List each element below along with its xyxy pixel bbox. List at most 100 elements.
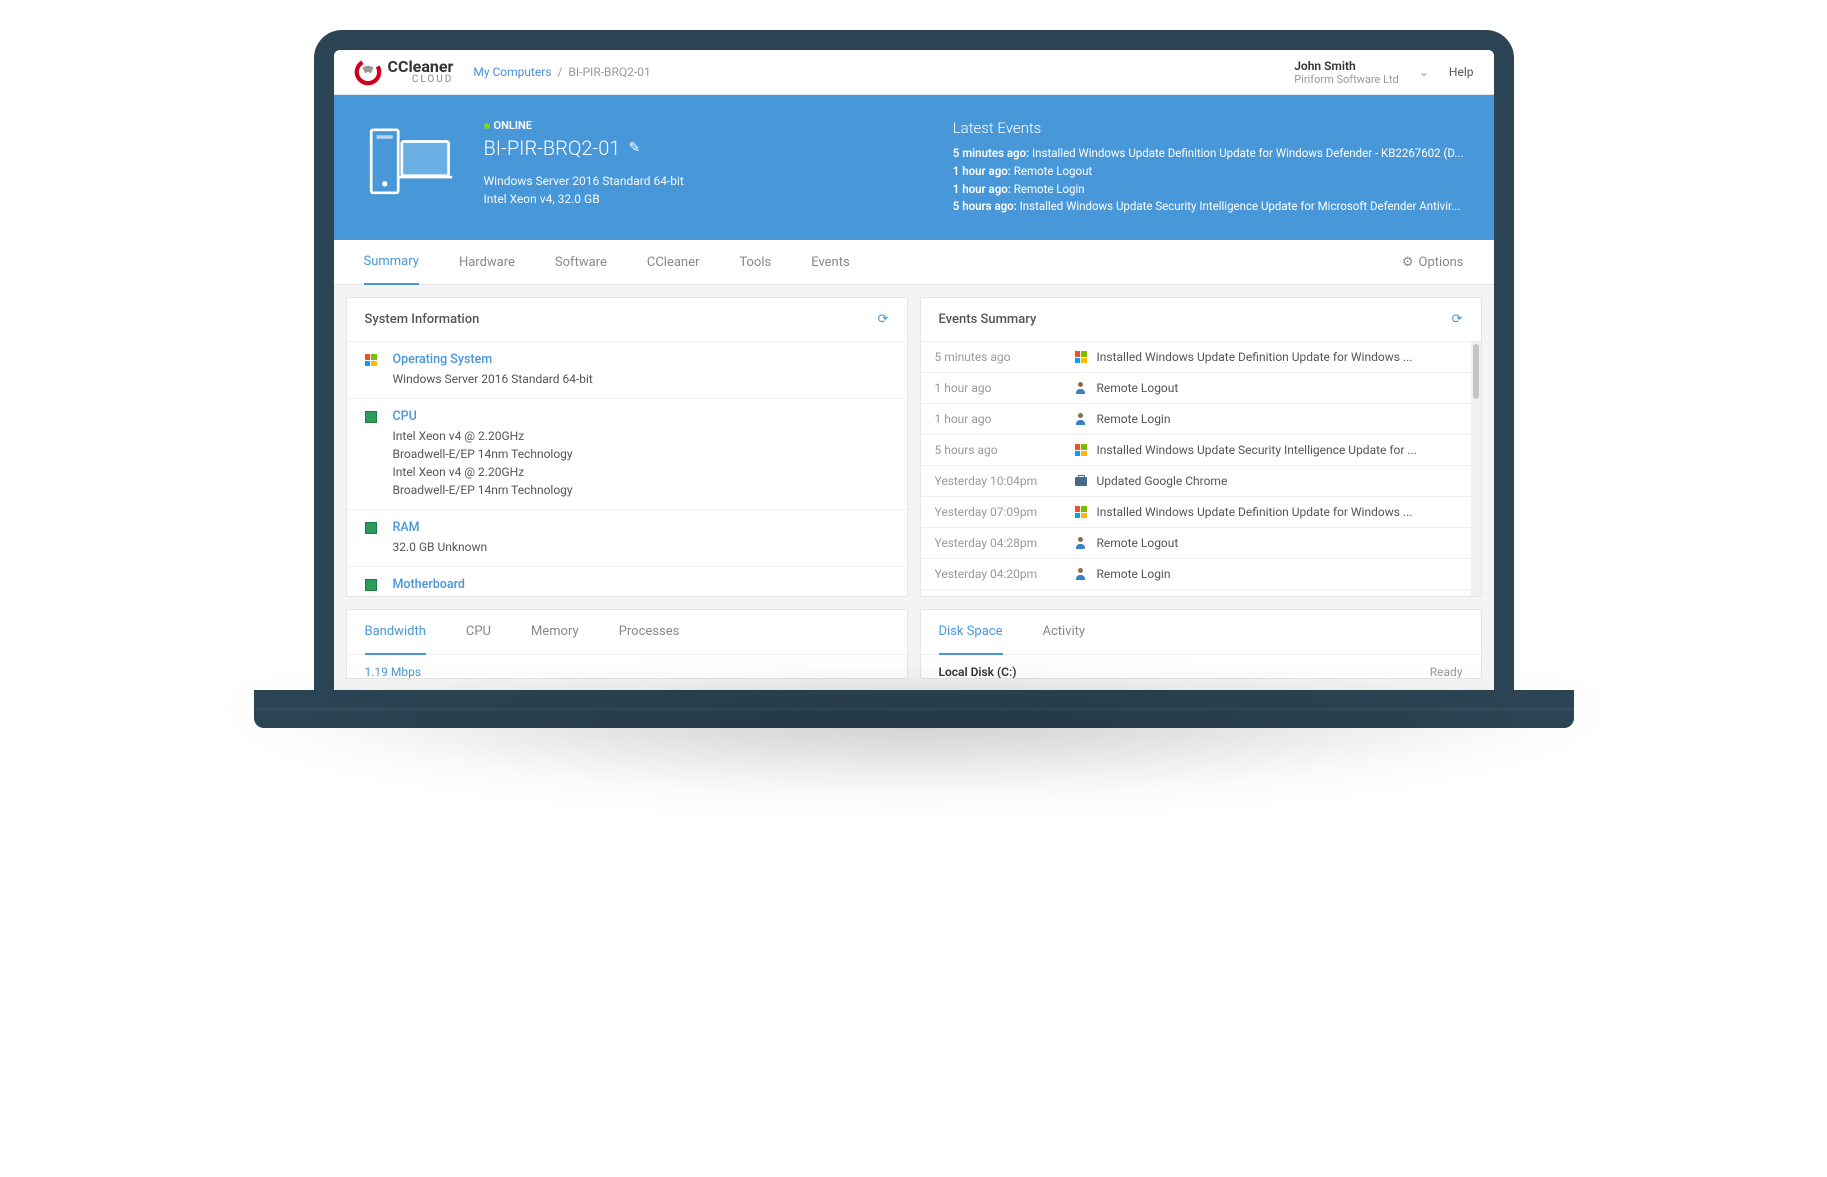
event-desc: Installed Windows Update Security Intell…	[1097, 443, 1417, 457]
main-tabbar: Summary Hardware Software CCleaner Tools Even…	[334, 240, 1494, 285]
event-row[interactable]: 5 minutes ago Installed Windows Update De…	[921, 342, 1471, 373]
ccleaner-logo-icon	[354, 58, 382, 86]
windows-icon	[1075, 506, 1089, 518]
disk-name: Local Disk (C:)	[939, 665, 1017, 679]
refresh-icon[interactable]: ⟳	[1452, 312, 1463, 327]
sysinfo-value: 32.0 GB Unknown	[393, 538, 488, 556]
chip-icon	[365, 579, 379, 593]
event-time: 5 hours ago	[935, 443, 1075, 457]
chip-icon	[365, 411, 379, 425]
tab-ccleaner[interactable]: CCleaner	[647, 241, 700, 284]
event-time: 1 hour ago	[935, 381, 1075, 395]
windows-icon	[1075, 444, 1089, 456]
events-summary-panel: Events Summary ⟳ 5 minutes ago Installed …	[920, 297, 1482, 597]
events-summary-title: Events Summary	[939, 312, 1037, 327]
latest-events: Latest Events 5 minutes ago: Installed W…	[953, 119, 1464, 216]
event-row[interactable]: 1 hour ago Remote Login	[921, 404, 1471, 435]
event-row[interactable]: Yesterday 03:28pmRemote Logout	[921, 590, 1471, 596]
event-desc: Installed Windows Update Definition Upda…	[1097, 505, 1413, 519]
user-icon	[1075, 537, 1089, 549]
tab-summary[interactable]: Summary	[364, 240, 419, 285]
tab-software[interactable]: Software	[555, 241, 607, 284]
event-time: 5 minutes ago	[935, 350, 1075, 364]
sysinfo-item: Motherboard Intel Corporation 440BX Deskt…	[347, 567, 907, 596]
system-info-panel: System Information ⟳ Operating System Win…	[346, 297, 908, 597]
event-row[interactable]: 5 hours ago Installed Windows Update Secu…	[921, 435, 1471, 466]
breadcrumb: My Computers / BI-PIR-BRQ2-01	[473, 65, 650, 79]
windows-icon	[365, 354, 379, 368]
event-desc: Updated Google Chrome	[1097, 474, 1228, 488]
latest-event-item: 1 hour ago: Remote Logout	[953, 163, 1464, 181]
latest-event-item: 1 hour ago: Remote Login	[953, 181, 1464, 199]
user-icon	[1075, 413, 1089, 425]
sysinfo-label[interactable]: CPU	[393, 409, 573, 424]
computer-hero: ONLINE BI-PIR-BRQ2-01 ✎ Windows Server 2…	[334, 95, 1494, 240]
latest-event-item: 5 minutes ago: Installed Windows Update …	[953, 145, 1464, 163]
latest-events-title: Latest Events	[953, 119, 1464, 137]
cpu-spec: Intel Xeon v4, 32.0 GB	[484, 190, 923, 208]
user-icon	[1075, 568, 1089, 580]
disk-tab-activity[interactable]: Activity	[1043, 610, 1086, 654]
disk-panel: Disk SpaceActivity Local Disk (C:) SSD (…	[920, 609, 1482, 679]
scrollbar[interactable]	[1471, 342, 1481, 596]
performance-panel: BandwidthCPUMemoryProcesses 1.19 Mbps	[346, 609, 908, 679]
event-desc: Installed Windows Update Definition Upda…	[1097, 350, 1413, 364]
user-name: John Smith	[1294, 59, 1399, 73]
sysinfo-value: Intel Xeon v4 @ 2.20GHz	[393, 463, 573, 481]
sysinfo-label[interactable]: RAM	[393, 520, 488, 535]
content-area: System Information ⟳ Operating System Win…	[334, 285, 1494, 690]
event-row[interactable]: Yesterday 04:20pmRemote Login	[921, 559, 1471, 590]
user-icon	[1075, 382, 1089, 394]
logo-name: CCleaner	[388, 59, 454, 75]
user-menu[interactable]: John Smith Piriform Software Ltd	[1294, 59, 1399, 86]
help-link[interactable]: Help	[1449, 65, 1474, 79]
event-row[interactable]: 1 hour ago Remote Logout	[921, 373, 1471, 404]
status-dot-icon	[484, 123, 490, 129]
sysinfo-item: RAM 32.0 GB Unknown	[347, 510, 907, 567]
tab-events[interactable]: Events	[811, 241, 849, 284]
tab-hardware[interactable]: Hardware	[459, 241, 515, 284]
sysinfo-item: Operating System Windows Server 2016 Stan…	[347, 342, 907, 399]
chevron-down-icon[interactable]: ⌄	[1419, 65, 1429, 79]
disk-tab-disk-space[interactable]: Disk Space	[939, 610, 1003, 655]
logo-sub: CLOUD	[388, 75, 454, 85]
event-row[interactable]: Yesterday 04:28pm Remote Logout	[921, 528, 1471, 559]
refresh-icon[interactable]: ⟳	[878, 312, 889, 327]
sysinfo-item: CPUIntel Xeon v4 @ 2.20GHzBroadwell-E/EP…	[347, 399, 907, 510]
system-info-title: System Information	[365, 312, 480, 327]
windows-icon	[1075, 351, 1089, 363]
gear-icon: ⚙	[1402, 255, 1414, 270]
event-time: Yesterday 04:28pm	[935, 536, 1075, 550]
computer-icon	[364, 119, 454, 209]
sysinfo-label[interactable]: Motherboard	[393, 577, 738, 592]
event-row[interactable]: Yesterday 10:04pmUpdated Google Chrome	[921, 466, 1471, 497]
tab-tools[interactable]: Tools	[739, 241, 771, 284]
event-row[interactable]: Yesterday 07:09pm Installed Windows Updat…	[921, 497, 1471, 528]
sysinfo-value: Broadwell-E/EP 14nm Technology	[393, 481, 573, 499]
perf-tab-bandwidth[interactable]: Bandwidth	[365, 610, 426, 655]
event-desc: Remote Login	[1097, 412, 1171, 426]
topbar: CCleaner CLOUD My Computers / BI-PIR-BRQ…	[334, 50, 1494, 95]
logo[interactable]: CCleaner CLOUD	[354, 58, 454, 86]
sysinfo-label[interactable]: Operating System	[393, 352, 593, 367]
sysinfo-value: Intel Xeon v4 @ 2.20GHz	[393, 427, 573, 445]
perf-tab-cpu[interactable]: CPU	[466, 610, 491, 654]
event-time: 1 hour ago	[935, 412, 1075, 426]
edit-icon[interactable]: ✎	[628, 140, 640, 156]
event-desc: Remote Logout	[1097, 381, 1179, 395]
breadcrumb-root[interactable]: My Computers	[473, 65, 551, 79]
options-button[interactable]: ⚙ Options	[1402, 255, 1464, 270]
status-badge: ONLINE	[484, 119, 923, 132]
perf-tab-processes[interactable]: Processes	[619, 610, 680, 654]
event-time: Yesterday 04:20pm	[935, 567, 1075, 581]
event-desc: Remote Logout	[1097, 536, 1179, 550]
sysinfo-value: Broadwell-E/EP 14nm Technology	[393, 445, 573, 463]
perf-tab-memory[interactable]: Memory	[531, 610, 579, 654]
briefcase-icon	[1075, 475, 1089, 487]
sysinfo-value: Intel Corporation 440BX Desktop Referenc…	[393, 595, 738, 596]
user-org: Piriform Software Ltd	[1294, 73, 1399, 86]
latest-event-item: 5 hours ago: Installed Windows Update Se…	[953, 198, 1464, 216]
disk-status: Ready	[1430, 665, 1463, 679]
sysinfo-value: Windows Server 2016 Standard 64-bit	[393, 370, 593, 388]
event-time: Yesterday 07:09pm	[935, 505, 1075, 519]
